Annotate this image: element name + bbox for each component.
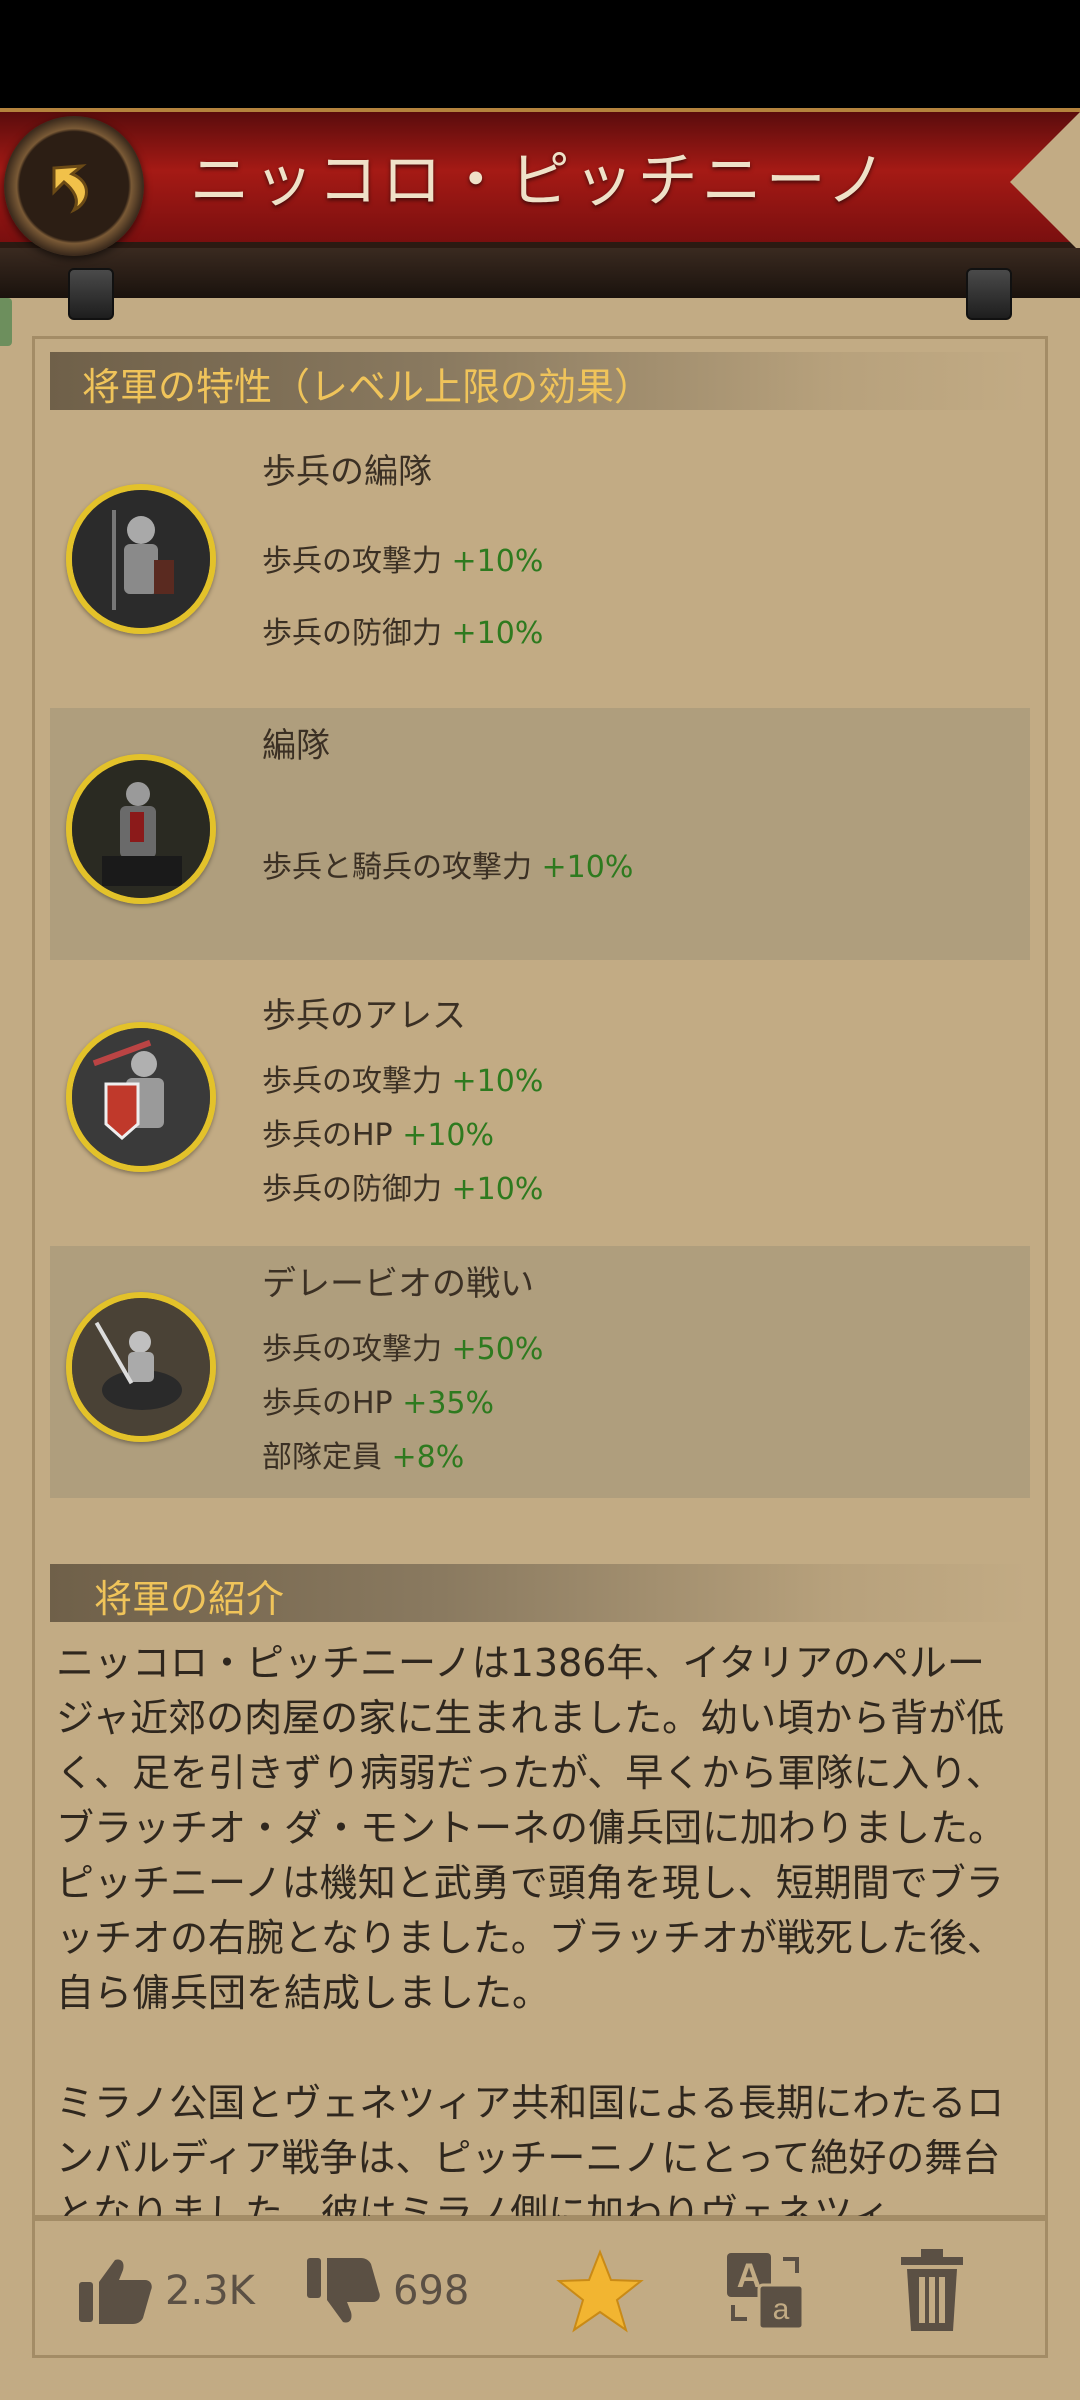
banner-ribbon: ニッコロ・ピッチニーノ — [0, 108, 1080, 252]
banner-notch — [1010, 112, 1080, 252]
knight-image — [72, 490, 210, 628]
dislike-count: 698 — [393, 2268, 470, 2314]
trash-icon — [901, 2249, 963, 2331]
general-biography: ニッコロ・ピッチニーノは1386年、イタリアのペルージャ近郊の肉屋の家に生まれま… — [56, 1636, 1020, 2216]
knight-image — [72, 760, 210, 898]
trait-bonus: 部隊定員 +8% — [262, 1440, 465, 1475]
trait-portrait — [66, 484, 216, 634]
back-button[interactable] — [4, 116, 144, 256]
trait-portrait — [66, 1022, 216, 1172]
page-title: ニッコロ・ピッチニーノ — [189, 146, 891, 216]
trait-item: 歩兵のアレス 歩兵の攻撃力 +10% 歩兵のHP +10% 歩兵の防御力 +10… — [50, 978, 1030, 1228]
thumbs-up-icon — [79, 2259, 152, 2324]
trait-name: デレービオの戦い — [262, 1264, 534, 1304]
trait-bonus: 歩兵と騎兵の攻撃力 +10% — [262, 850, 634, 885]
banner-rail — [0, 248, 1080, 298]
knight-image — [72, 1028, 210, 1166]
trait-bonus: 歩兵のHP +35% — [262, 1386, 495, 1421]
like-count: 2.3K — [165, 2268, 255, 2314]
status-bar — [0, 0, 1080, 108]
trait-portrait — [66, 754, 216, 904]
favorite-button[interactable] — [555, 2249, 645, 2333]
traits-section-title: 将軍の特性（レベル上限の効果） — [82, 365, 653, 409]
trait-item: 歩兵の編隊 歩兵の攻撃力 +10% 歩兵の防御力 +10% — [50, 418, 1030, 688]
translate-button[interactable]: A a — [723, 2251, 807, 2331]
trait-bonus: 歩兵の防御力 +10% — [262, 616, 544, 651]
bottom-action-bar: 2.3K 698 A a — [32, 2218, 1048, 2358]
intro-section-header: 将軍の紹介 — [50, 1564, 1030, 1622]
trait-name: 歩兵の編隊 — [262, 452, 432, 492]
trait-bonus: 歩兵の攻撃力 +10% — [262, 1064, 544, 1099]
biography-paragraph: ニッコロ・ピッチニーノは1386年、イタリアのペルージャ近郊の肉屋の家に生まれま… — [56, 1641, 1007, 2015]
like-button[interactable]: 2.3K — [75, 2251, 255, 2331]
side-tab — [0, 298, 12, 346]
dislike-button[interactable]: 698 — [303, 2251, 469, 2331]
traits-section-header: 将軍の特性（レベル上限の効果） — [50, 352, 1030, 410]
trait-portrait — [66, 1292, 216, 1442]
translate-icon: A a — [727, 2253, 805, 2331]
trait-name: 歩兵のアレス — [262, 996, 466, 1036]
intro-section-title: 将軍の紹介 — [94, 1577, 285, 1621]
back-arrow-icon — [52, 164, 88, 214]
trait-item: 編隊 歩兵と騎兵の攻撃力 +10% — [50, 708, 1030, 960]
trait-bonus: 歩兵の攻撃力 +50% — [262, 1332, 544, 1367]
trait-name: 編隊 — [262, 726, 330, 766]
trait-bonus: 歩兵のHP +10% — [262, 1118, 495, 1153]
trait-bonus: 歩兵の攻撃力 +10% — [262, 544, 544, 579]
cavalry-image — [72, 1298, 210, 1436]
star-icon — [556, 2249, 644, 2333]
delete-button[interactable] — [897, 2249, 967, 2331]
trait-item: デレービオの戦い 歩兵の攻撃力 +50% 歩兵のHP +35% 部隊定員 +8% — [50, 1246, 1030, 1498]
hook-right — [966, 268, 1012, 320]
thumbs-down-icon — [307, 2258, 380, 2323]
hook-left — [68, 268, 114, 320]
biography-paragraph: ミラノ公国とヴェネツィア共和国による長期にわたるロンバルディア戦争は、ピッチーニ… — [56, 2081, 1005, 2216]
trait-bonus: 歩兵の防御力 +10% — [262, 1172, 544, 1207]
header-banner: ニッコロ・ピッチニーノ — [0, 108, 1080, 320]
svg-text:a: a — [773, 2293, 790, 2326]
